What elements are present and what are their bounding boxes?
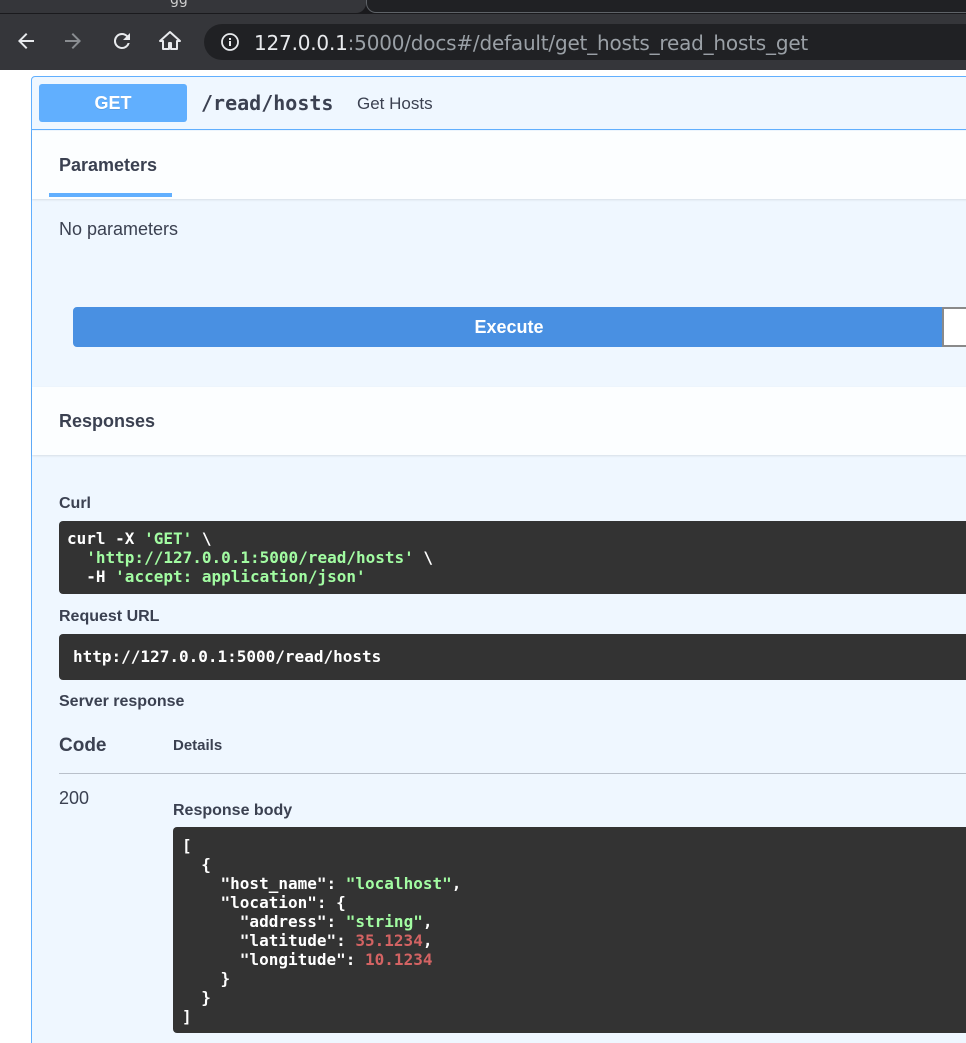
- curl-code-block[interactable]: curl -X 'GET' \ 'http://127.0.0.1:5000/r…: [59, 521, 966, 594]
- json-line: }: [182, 988, 211, 1007]
- column-header-details: Details: [173, 737, 223, 754]
- responses-header: Responses: [32, 387, 966, 455]
- url-path: :5000/docs#/default/get_hosts_read_hosts…: [347, 31, 809, 55]
- back-button[interactable]: [11, 26, 41, 56]
- execute-button[interactable]: Execute: [73, 307, 945, 347]
- arrow-right-icon: [65, 33, 81, 49]
- home-button[interactable]: [155, 26, 185, 56]
- curl-string: 'http://127.0.0.1:5000/read/hosts': [86, 548, 414, 567]
- clear-button[interactable]: [942, 307, 966, 347]
- json-line: "location": {: [182, 893, 346, 912]
- status-code: 200: [59, 788, 90, 808]
- responses-title: Responses: [59, 411, 156, 431]
- operation-summary[interactable]: GET /read/hosts Get Hosts: [32, 77, 966, 130]
- request-url-label: Request URL: [59, 608, 160, 625]
- browser-chrome: gg 127.0.0.1:5000/docs#/default/get_host…: [0, 0, 966, 70]
- json-line: "longitude": 10.1234: [182, 950, 966, 969]
- no-parameters-text: No parameters: [59, 219, 179, 239]
- json-line: "latitude": 35.1234,: [182, 931, 433, 950]
- curl-text: -H: [67, 567, 116, 586]
- url-host: 127.0.0.1: [254, 31, 348, 55]
- address-bar[interactable]: 127.0.0.1:5000/docs#/default/get_hosts_r…: [204, 24, 966, 60]
- info-icon[interactable]: [220, 32, 240, 52]
- forward-button[interactable]: [58, 26, 88, 56]
- parameters-header: Parameters: [32, 131, 966, 199]
- reload-button[interactable]: [107, 26, 137, 56]
- json-key: "longitude":: [182, 950, 366, 969]
- column-header-code: Code: [59, 735, 107, 756]
- curl-label: Curl: [59, 495, 91, 512]
- browser-tab-new[interactable]: [366, 0, 966, 13]
- response-body-label: Response body: [173, 802, 293, 819]
- server-response-label: Server response: [59, 693, 185, 710]
- response-body-block[interactable]: [ { "host_name": "localhost", "location"…: [173, 827, 966, 1033]
- curl-text: curl -X: [67, 529, 145, 548]
- curl-string: 'GET': [144, 529, 193, 548]
- tab-parameters[interactable]: Parameters: [59, 155, 157, 176]
- method-badge: GET: [39, 84, 187, 122]
- json-line: "address": "string",: [182, 912, 433, 931]
- operation-path: /read/hosts: [201, 91, 334, 115]
- curl-text: \: [192, 529, 212, 548]
- json-line: }: [182, 969, 231, 988]
- json-string: "string": [345, 912, 423, 931]
- tab-strip: gg: [0, 0, 966, 14]
- tab-active-indicator: [49, 193, 172, 197]
- operation-description: Get Hosts: [357, 94, 433, 113]
- json-line: "host_name": "localhost",: [182, 874, 462, 893]
- json-key: "address":: [182, 912, 346, 931]
- json-key: "host_name":: [182, 874, 346, 893]
- json-line: {: [182, 855, 211, 874]
- table-divider: [59, 773, 966, 774]
- browser-toolbar: 127.0.0.1:5000/docs#/default/get_hosts_r…: [0, 14, 966, 70]
- curl-line: 'http://127.0.0.1:5000/read/hosts' \: [67, 548, 966, 567]
- curl-text: \: [413, 548, 434, 567]
- json-key: "latitude":: [182, 931, 356, 950]
- json-line: [: [182, 836, 192, 855]
- browser-tab-active[interactable]: gg: [0, 0, 366, 13]
- reload-icon: [113, 32, 130, 49]
- curl-line: curl -X 'GET' \: [67, 529, 966, 548]
- arrow-left-icon: [18, 33, 34, 49]
- json-number: 10.1234: [365, 950, 433, 969]
- json-string: "localhost": [345, 874, 452, 893]
- operation-block: GET /read/hosts Get Hosts Parameters No …: [31, 76, 966, 1043]
- request-url-block[interactable]: http://127.0.0.1:5000/read/hosts: [59, 634, 966, 680]
- swagger-page: GET /read/hosts Get Hosts Parameters No …: [0, 70, 966, 1043]
- address-url: 127.0.0.1:5000/docs#/default/get_hosts_r…: [254, 31, 808, 55]
- json-number: 35.1234: [355, 931, 423, 950]
- curl-line: -H 'accept: application/json': [67, 567, 966, 586]
- home-icon: [159, 31, 181, 50]
- curl-string: 'accept: application/json': [115, 567, 366, 586]
- curl-text: [67, 548, 86, 567]
- browser-tab-title: gg: [170, 0, 188, 8]
- json-line: ]: [182, 1007, 192, 1026]
